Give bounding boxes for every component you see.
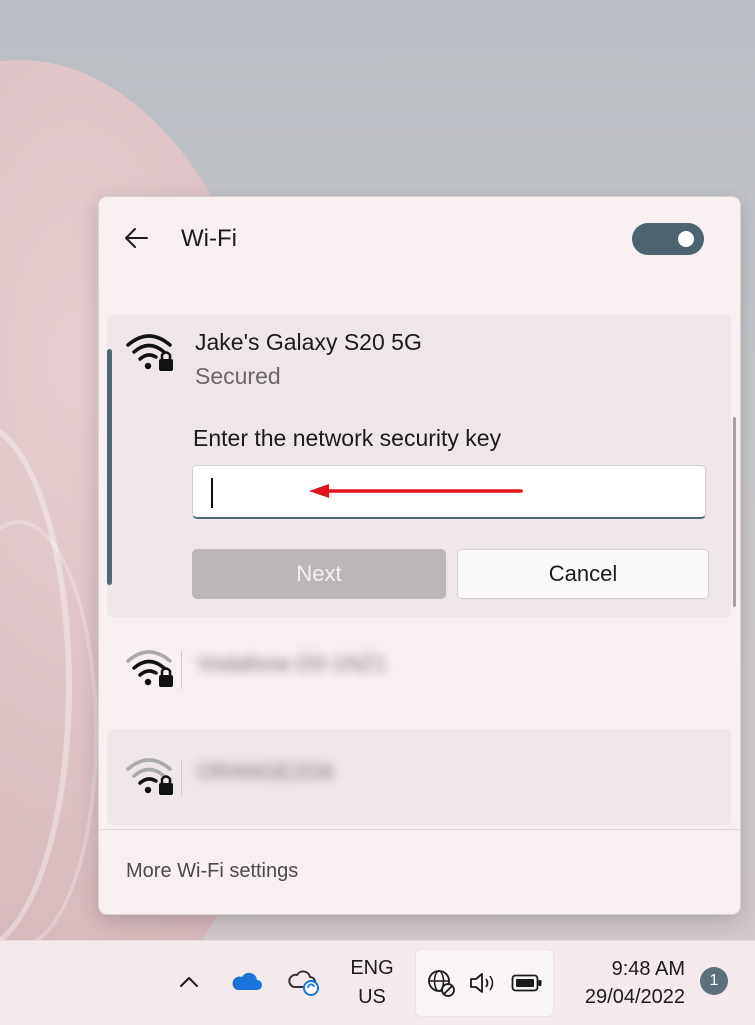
selection-indicator [107, 349, 112, 585]
network-name: Jake's Galaxy S20 5G [195, 329, 422, 355]
text-caret [211, 478, 213, 508]
wifi-header: Wi-Fi [99, 197, 740, 281]
network-item[interactable]: Vodafone-D0-1NZ1 [107, 621, 731, 717]
show-hidden-icons-button[interactable] [176, 969, 202, 995]
battery-icon [511, 974, 542, 992]
language-code: ENG [350, 957, 394, 979]
clock-date: 29/04/2022 [584, 986, 685, 1008]
row-divider [181, 651, 182, 689]
globe-no-internet-icon [428, 970, 455, 997]
more-wifi-settings-link[interactable]: More Wi-Fi settings [126, 860, 298, 883]
wifi-secured-icon [126, 650, 173, 687]
network-status: Secured [195, 363, 281, 389]
wifi-weak-secured-icon [126, 758, 173, 795]
network-item-selected[interactable]: Jake's Galaxy S20 5G Secured Enter the n… [107, 315, 731, 617]
clock[interactable]: 9:48 AM 29/04/2022 [565, 955, 685, 1011]
annotation-arrow-icon [309, 484, 523, 498]
cancel-button[interactable]: Cancel [457, 549, 709, 599]
arrow-left-icon [125, 228, 148, 248]
onedrive-button[interactable] [229, 969, 263, 993]
cloud-sync-button[interactable] [287, 967, 321, 997]
toggle-knob [678, 231, 694, 247]
page-title: Wi-Fi [181, 225, 237, 252]
network-name-blurred: ORANGE2G6 [197, 759, 334, 784]
language-region: US [358, 986, 386, 1008]
quick-settings-tray[interactable] [415, 949, 554, 1017]
volume-icon [470, 973, 494, 993]
network-item[interactable]: ORANGE2G6 [107, 729, 731, 825]
chevron-up-icon [180, 977, 198, 987]
input-language-button[interactable]: ENG US [345, 955, 399, 1015]
security-key-label: Enter the network security key [193, 425, 502, 451]
cloud-sync-icon [288, 970, 319, 996]
clock-time: 9:48 AM [611, 958, 685, 980]
back-button[interactable] [121, 223, 155, 253]
next-button[interactable]: Next [192, 549, 446, 599]
scrollbar[interactable] [733, 417, 736, 607]
wifi-toggle[interactable] [632, 223, 704, 255]
taskbar: ENG US 9:48 AM 29/04/2022 1 [0, 940, 755, 1025]
onedrive-cloud-icon [232, 972, 262, 990]
wifi-flyout: Wi-Fi Jake's Galaxy S20 5G Secured Enter… [98, 196, 741, 915]
desktop-wallpaper: Wi-Fi Jake's Galaxy S20 5G Secured Enter… [0, 0, 755, 940]
wifi-secured-icon [126, 334, 173, 371]
row-divider [181, 759, 182, 797]
network-name-blurred: Vodafone-D0-1NZ1 [197, 651, 387, 676]
notification-badge[interactable]: 1 [700, 967, 728, 995]
footer-divider [99, 829, 740, 830]
